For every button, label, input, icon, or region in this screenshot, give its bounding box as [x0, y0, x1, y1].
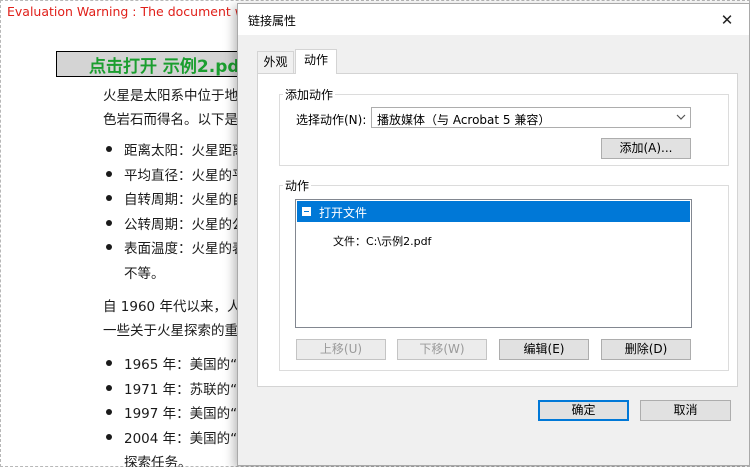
- bullet-item: 自转周期：火星的自: [124, 192, 246, 208]
- delete-button[interactable]: 删除(D): [601, 339, 691, 360]
- bullet-dot: [106, 409, 112, 415]
- close-icon[interactable]: ✕: [705, 4, 749, 35]
- paragraph-line: 火星是太阳系中位于地球: [103, 88, 252, 104]
- select-action-label: 选择动作(N):: [296, 113, 367, 127]
- move-up-button[interactable]: 上移(U): [296, 339, 386, 360]
- dialog-titlebar[interactable]: 链接属性 ✕: [238, 4, 749, 35]
- actions-tree[interactable]: 打开文件 文件：C:\示例2.pdf: [295, 199, 692, 328]
- bullet-continuation: 不等。: [124, 266, 165, 282]
- add-action-button[interactable]: 添加(A)...: [601, 138, 691, 159]
- bullet-dot: [106, 146, 112, 152]
- bullet-item: 1997 年：美国的“火: [124, 406, 251, 422]
- bullet-item: 1971 年：苏联的“火: [124, 382, 251, 398]
- move-down-button[interactable]: 下移(W): [397, 339, 487, 360]
- add-action-group-label: 添加动作: [283, 86, 336, 103]
- ok-button[interactable]: 确定: [538, 400, 629, 421]
- bullet-item: 表面温度：火星的表: [124, 241, 246, 257]
- bullet-dot: [106, 220, 112, 226]
- bullet-item: 公转周期：火星的公: [124, 217, 246, 233]
- bullet-item: 1965 年：美国的“马: [124, 357, 251, 373]
- paragraph-line: 色岩石而得名。以下是一: [103, 112, 252, 128]
- collapse-icon[interactable]: [302, 207, 311, 216]
- link-properties-dialog: 链接属性 ✕ 外观 动作 添加动作 选择动作(N): 播放媒体（与 Acroba…: [237, 3, 750, 466]
- tree-row-open-file[interactable]: 打开文件: [297, 201, 690, 222]
- bullet-dot: [106, 434, 112, 440]
- dialog-title: 链接属性: [248, 14, 297, 28]
- bullet-continuation: 探索任务。: [124, 455, 192, 467]
- bullet-item: 距离太阳：火星距离: [124, 143, 246, 159]
- bullet-item: 平均直径：火星的平: [124, 168, 246, 184]
- bullet-dot: [106, 360, 112, 366]
- chevron-down-icon: [675, 109, 687, 128]
- action-type-select[interactable]: 播放媒体（与 Acrobat 5 兼容）: [371, 107, 691, 128]
- bullet-dot: [106, 195, 112, 201]
- tree-child-file[interactable]: 文件：C:\示例2.pdf: [333, 233, 431, 249]
- tree-node-label: 打开文件: [319, 206, 368, 220]
- tab-actions[interactable]: 动作: [295, 49, 337, 74]
- action-type-select-value: 播放媒体（与 Acrobat 5 兼容）: [377, 113, 551, 127]
- paragraph-line: 一些关于火星探索的重要: [103, 323, 252, 339]
- edit-button[interactable]: 编辑(E): [499, 339, 589, 360]
- bullet-dot: [106, 244, 112, 250]
- cancel-button[interactable]: 取消: [640, 400, 731, 421]
- actions-group-label: 动作: [283, 177, 312, 194]
- document-heading-link[interactable]: 点击打开 示例2.pdf: [89, 52, 247, 77]
- tab-appearance[interactable]: 外观: [257, 51, 294, 73]
- paragraph-line: 自 1960 年代以来，人类: [103, 299, 254, 315]
- bullet-dot: [106, 171, 112, 177]
- bullet-dot: [106, 385, 112, 391]
